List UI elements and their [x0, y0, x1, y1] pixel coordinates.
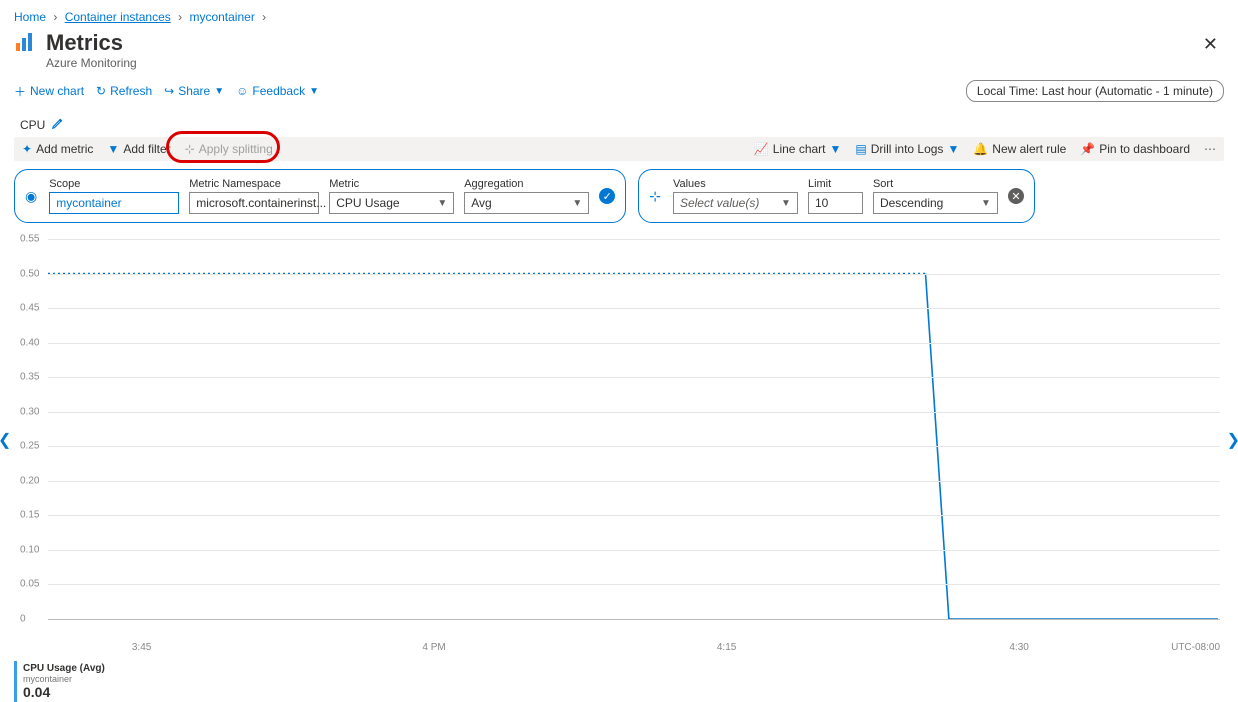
chart-type-button[interactable]: 📈Line chart▼ — [754, 142, 842, 156]
legend-resource-name: mycontainer — [23, 674, 105, 684]
alert-icon: 🔔 — [973, 142, 988, 156]
limit-label: Limit — [808, 178, 863, 190]
share-button[interactable]: ↪Share▼ — [164, 84, 224, 98]
chevron-down-icon: ▼ — [214, 86, 224, 97]
feedback-button[interactable]: ☺Feedback▼ — [236, 84, 319, 98]
chevron-down-icon: ▼ — [947, 142, 959, 156]
refresh-button[interactable]: ↻Refresh — [96, 84, 152, 98]
chart-name: CPU — [20, 118, 45, 132]
split-limit-input[interactable]: 10 — [808, 192, 863, 214]
next-chart-button[interactable]: ❯ — [1227, 430, 1238, 450]
breadcrumb-container-instances[interactable]: Container instances — [65, 10, 171, 24]
page-subtitle: Azure Monitoring — [46, 56, 137, 70]
chevron-down-icon: ▼ — [981, 198, 991, 209]
plus-icon: ＋ — [14, 83, 26, 100]
sparkle-icon: ✦ — [22, 142, 32, 156]
split-icon: ⊹ — [649, 188, 661, 205]
metric-scope-pill: ◉ Scope mycontainer Metric Namespace mic… — [14, 169, 626, 223]
metric-selector[interactable]: CPU Usage▼ — [329, 192, 454, 214]
namespace-selector[interactable]: microsoft.containerinst...▼ — [189, 192, 319, 214]
split-values-selector[interactable]: Select value(s)▼ — [673, 192, 798, 214]
apply-splitting-button[interactable]: ⊹Apply splitting — [185, 142, 273, 156]
drill-into-logs-button[interactable]: ▤Drill into Logs▼ — [855, 142, 959, 156]
legend-value: 0.04 — [23, 684, 105, 700]
share-icon: ↪ — [164, 84, 174, 98]
chevron-down-icon: ▼ — [781, 198, 791, 209]
split-sort-selector[interactable]: Descending▼ — [873, 192, 998, 214]
aggregation-selector[interactable]: Avg▼ — [464, 192, 589, 214]
close-button[interactable]: ✕ — [1197, 30, 1224, 59]
refresh-icon: ↻ — [96, 84, 106, 98]
legend-series-name: CPU Usage (Avg) — [23, 663, 105, 674]
breadcrumb: Home › Container instances › mycontainer… — [14, 10, 1224, 24]
metrics-icon — [14, 30, 38, 60]
drill-icon: ▤ — [855, 142, 866, 156]
breadcrumb-resource[interactable]: mycontainer — [189, 10, 254, 24]
chevron-down-icon: ▼ — [437, 198, 447, 209]
new-chart-button[interactable]: ＋New chart — [14, 83, 84, 100]
chevron-right-icon: › — [258, 10, 270, 24]
add-filter-button[interactable]: ▼Add filter — [107, 142, 170, 156]
split-icon: ⊹ — [185, 142, 195, 156]
scope-label: Scope — [49, 178, 179, 190]
breadcrumb-home[interactable]: Home — [14, 10, 46, 24]
smiley-icon: ☺ — [236, 84, 248, 98]
values-label: Values — [673, 178, 798, 190]
more-options-button[interactable]: ⋯ — [1204, 142, 1216, 156]
timezone-label: UTC-08:00 — [1171, 642, 1220, 653]
filter-icon: ▼ — [107, 142, 119, 156]
time-range-picker[interactable]: Local Time: Last hour (Automatic - 1 min… — [966, 80, 1224, 102]
scope-selector[interactable]: mycontainer — [49, 192, 179, 214]
edit-chart-name-button[interactable] — [51, 116, 65, 133]
resource-icon: ◉ — [25, 188, 37, 205]
chevron-down-icon: ▼ — [309, 86, 319, 97]
chevron-right-icon: › — [174, 10, 186, 24]
splitting-pill: ⊹ Values Select value(s)▼ Limit 10 Sort … — [638, 169, 1035, 223]
aggregation-label: Aggregation — [464, 178, 589, 190]
line-chart-icon: 📈 — [754, 142, 769, 156]
prev-chart-button[interactable]: ❮ — [0, 430, 11, 450]
pin-to-dashboard-button[interactable]: 📌Pin to dashboard — [1080, 142, 1190, 156]
page-title: Metrics — [46, 30, 137, 56]
new-alert-rule-button[interactable]: 🔔New alert rule — [973, 142, 1066, 156]
add-metric-button[interactable]: ✦Add metric — [22, 142, 93, 156]
remove-splitting-button[interactable]: ✕ — [1008, 188, 1024, 204]
metric-label: Metric — [329, 178, 454, 190]
chevron-down-icon: ▼ — [830, 142, 842, 156]
metric-valid-icon: ✓ — [599, 188, 615, 204]
pin-icon: 📌 — [1080, 142, 1095, 156]
chart-toolbar: ✦Add metric ▼Add filter ⊹Apply splitting… — [14, 137, 1224, 161]
chevron-right-icon: › — [49, 10, 61, 24]
metrics-chart[interactable]: UTC-08:00 00.050.100.150.200.250.300.350… — [14, 239, 1224, 639]
chevron-down-icon: ▼ — [572, 198, 582, 209]
legend-item[interactable]: CPU Usage (Avg) mycontainer 0.04 — [14, 661, 111, 702]
sort-label: Sort — [873, 178, 998, 190]
namespace-label: Metric Namespace — [189, 178, 319, 190]
